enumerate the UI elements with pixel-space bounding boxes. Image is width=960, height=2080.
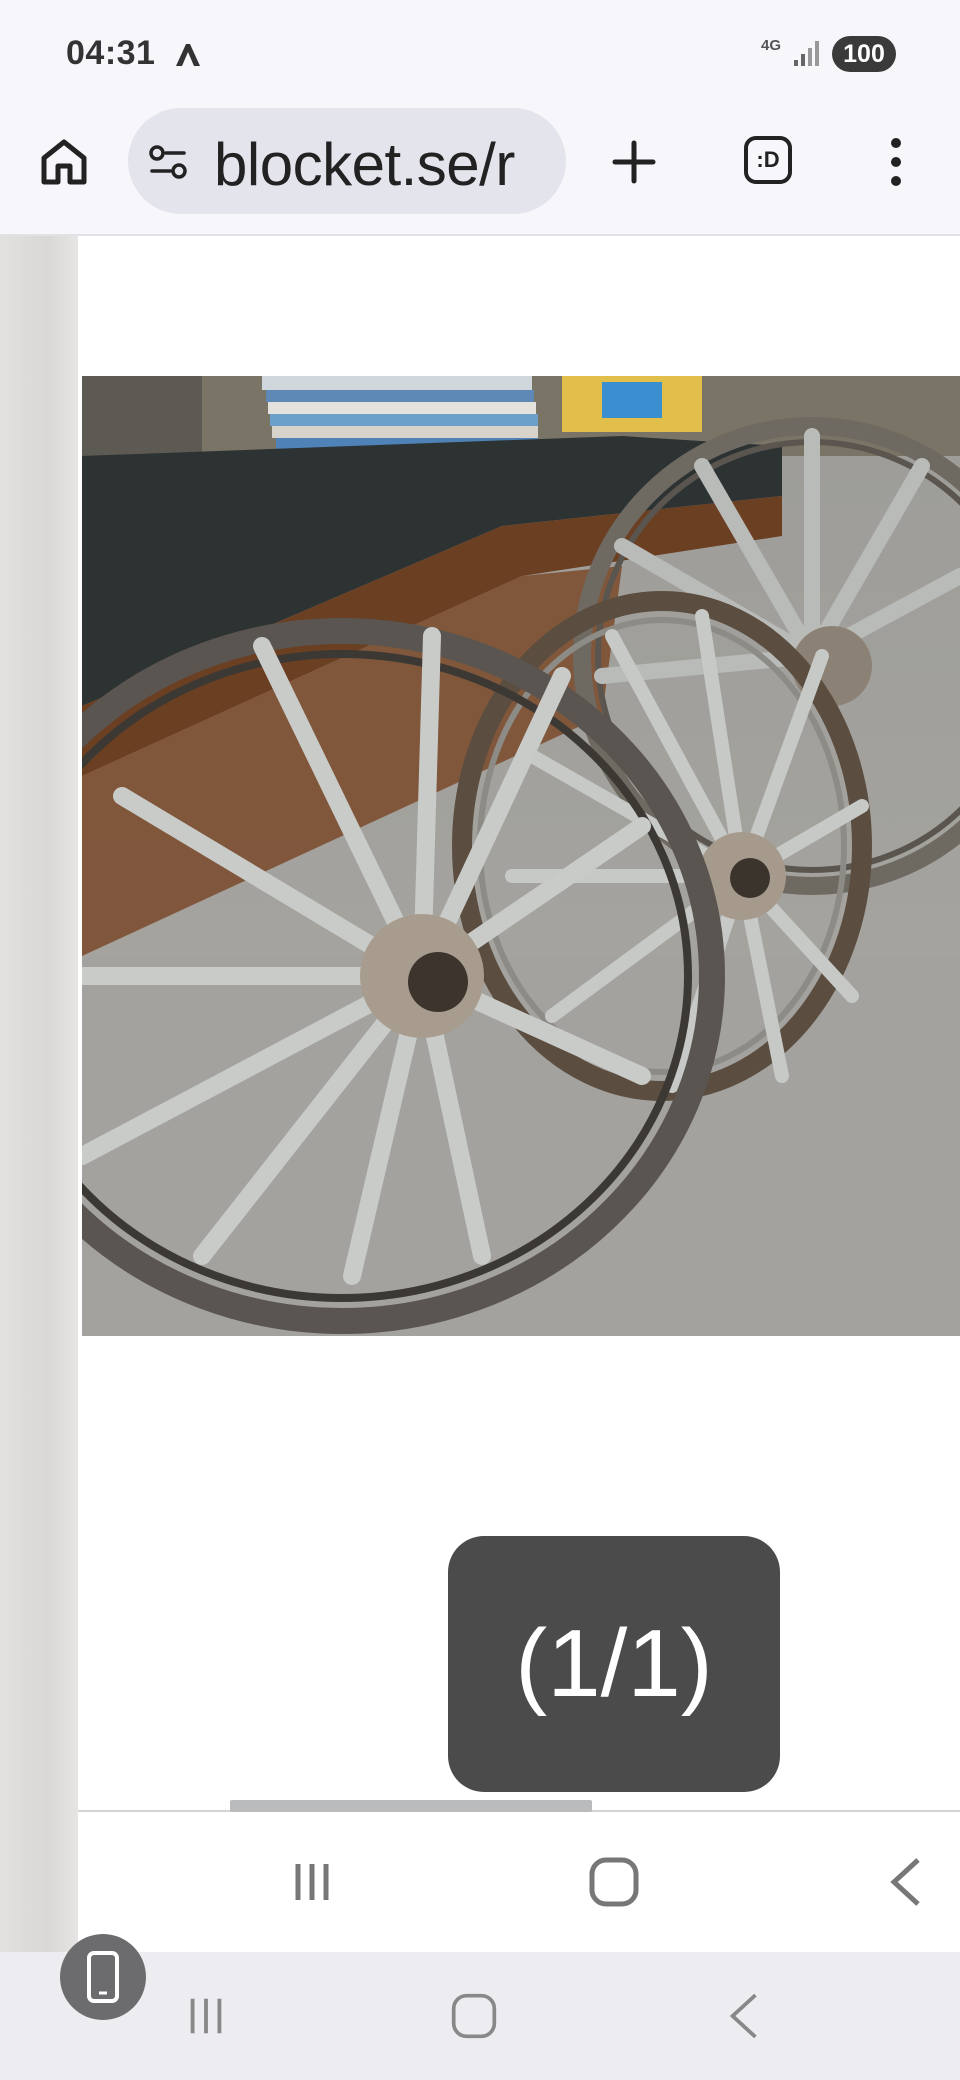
horizontal-scrollbar-thumb[interactable] (230, 1800, 592, 1812)
image-counter: (1/1) (448, 1536, 780, 1792)
system-home-button[interactable] (444, 1986, 504, 2046)
home-nav-button[interactable] (584, 1852, 644, 1912)
tab-switcher-label: :D (756, 147, 780, 172)
home-nav-icon (451, 1993, 497, 2039)
site-info-icon[interactable] (148, 142, 188, 182)
system-recents-button[interactable] (176, 1986, 236, 2046)
system-back-button[interactable] (714, 1986, 774, 2046)
back-icon (729, 1993, 757, 2039)
status-bar: 04:31 4G 100 (0, 0, 960, 106)
new-tab-button[interactable] (606, 134, 662, 190)
home-button[interactable] (36, 134, 92, 190)
side-panel-edge (0, 236, 78, 1952)
listing-photo[interactable] (82, 376, 960, 1336)
image-counter-text: (1/1) (515, 1610, 713, 1717)
recents-button[interactable] (282, 1852, 342, 1912)
page-nav-bar (78, 1814, 960, 1950)
notification-icon (176, 44, 200, 66)
battery-indicator: 100 (832, 36, 896, 72)
back-button[interactable] (876, 1852, 936, 1912)
more-vert-icon[interactable] (876, 130, 916, 194)
tab-switcher-button[interactable]: :D (744, 136, 792, 184)
recents-icon (190, 1998, 222, 2034)
signal-icon (794, 41, 819, 66)
home-nav-icon (589, 1857, 639, 1907)
url-text[interactable]: blocket.se/r (214, 130, 515, 199)
browser-toolbar: blocket.se/r :D (0, 106, 960, 236)
address-bar[interactable]: blocket.se/r (128, 108, 566, 214)
status-time: 04:31 (66, 34, 156, 72)
home-icon (41, 139, 87, 185)
phone-icon (87, 1951, 119, 2003)
back-icon (890, 1858, 920, 1906)
plus-icon (612, 140, 656, 184)
network-type: 4G (760, 37, 781, 54)
device-mode-button[interactable] (60, 1934, 146, 2020)
recents-icon (295, 1864, 329, 1900)
